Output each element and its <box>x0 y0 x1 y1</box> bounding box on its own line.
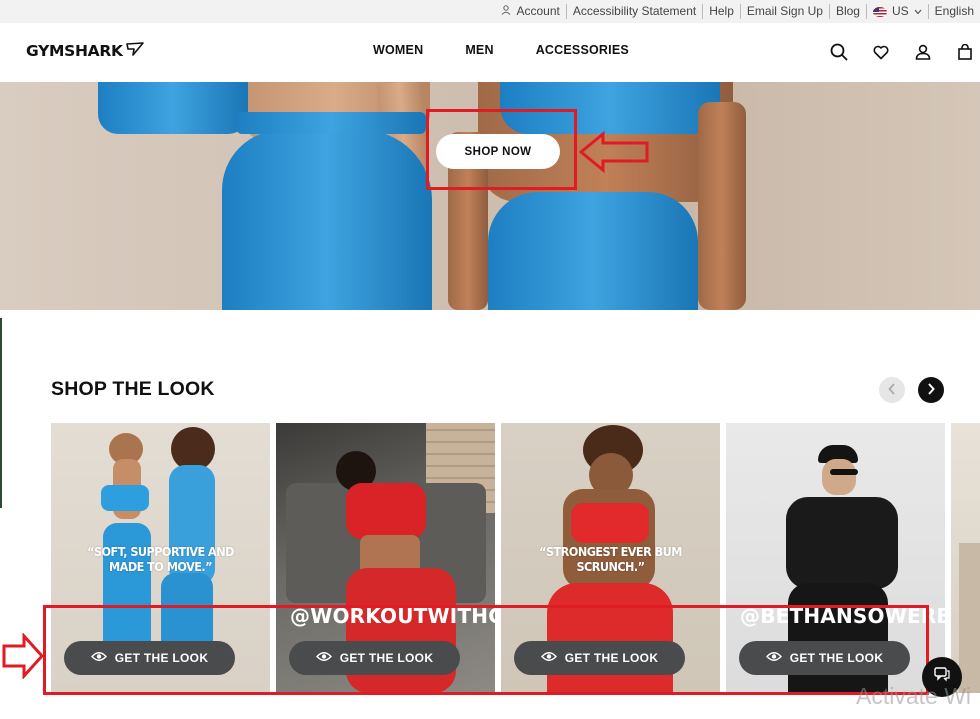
hero-model-left-waistband <box>236 112 426 134</box>
look-card-quote: “STRONGEST EVER BUM SCRUNCH.” <box>539 544 682 574</box>
gymshark-logo[interactable]: GYMSHARK <box>26 42 145 60</box>
model-black-leggings <box>788 583 888 693</box>
model-black-jacket <box>786 497 898 589</box>
look-card[interactable]: “SOFT, SUPPORTIVE AND MADE TO MOVE.” GET… <box>51 423 270 693</box>
chevron-right-icon <box>927 382 935 398</box>
model-red-top <box>346 483 426 539</box>
annotation-arrow-right-icon <box>2 632 45 684</box>
get-the-look-button[interactable]: GET THE LOOK <box>514 641 685 675</box>
main-nav: WOMEN MEN ACCESSORIES <box>373 43 629 57</box>
language-selector[interactable]: English <box>927 4 980 19</box>
nav-women[interactable]: WOMEN <box>373 43 423 57</box>
us-flag-icon <box>872 6 887 17</box>
model-sports-bra <box>101 485 149 511</box>
hero-banner[interactable] <box>0 82 980 310</box>
header-icons <box>828 41 980 63</box>
email-signup-link[interactable]: Email Sign Up <box>739 4 829 19</box>
look-card-handle: @WORKOUTWITHG <box>290 604 495 628</box>
model-face <box>822 459 856 495</box>
model-figure <box>959 543 980 693</box>
look-card-quote: “SOFT, SUPPORTIVE AND MADE TO MOVE.” <box>87 544 234 574</box>
shark-logo-icon <box>125 42 145 60</box>
eye-icon <box>315 651 332 665</box>
user-outline-icon <box>501 4 511 19</box>
carousel-prev-button[interactable] <box>879 377 905 403</box>
region-selector[interactable]: US <box>865 4 928 19</box>
chevron-down-icon <box>914 4 922 19</box>
utility-bar: Account Accessibility Statement Help Ema… <box>0 0 980 23</box>
carousel-next-button[interactable] <box>918 377 944 403</box>
hero-model-right-top <box>500 82 720 134</box>
hero-model-left-top <box>98 82 248 134</box>
get-the-look-button[interactable]: GET THE LOOK <box>289 641 460 675</box>
bag-icon[interactable] <box>954 41 976 63</box>
look-card-partial[interactable] <box>951 423 980 693</box>
activate-windows-watermark: Activate Wi <box>856 683 972 709</box>
accessibility-statement-link[interactable]: Accessibility Statement <box>565 4 702 19</box>
page-left-edge <box>0 318 2 508</box>
account-link[interactable]: Account <box>495 4 565 19</box>
model-red-leggings <box>547 583 673 693</box>
blog-link[interactable]: Blog <box>828 4 866 19</box>
page: Account Accessibility Statement Help Ema… <box>0 0 980 719</box>
hero-model-right-leggings <box>488 192 698 310</box>
look-card[interactable]: @WORKOUTWITHG GET THE LOOK <box>276 423 495 693</box>
model-red-sports-bra <box>571 503 649 543</box>
search-icon[interactable] <box>828 41 850 63</box>
main-header: GYMSHARK WOMEN MEN ACCESSORIES <box>0 23 980 82</box>
look-card-handle: @BETHANSOWERB <box>740 604 945 628</box>
hero-model-right-arm <box>698 102 746 310</box>
hero-model-left-leggings <box>222 130 432 310</box>
account-icon[interactable] <box>912 41 934 63</box>
get-the-look-button[interactable]: GET THE LOOK <box>64 641 235 675</box>
chevron-left-icon <box>888 382 896 398</box>
shop-now-button[interactable]: SHOP NOW <box>436 134 560 169</box>
eye-icon <box>765 651 782 665</box>
look-card[interactable]: @BETHANSOWERB GET THE LOOK <box>726 423 945 693</box>
nav-men[interactable]: MEN <box>465 43 493 57</box>
help-link[interactable]: Help <box>702 4 740 19</box>
utility-links: Account Accessibility Statement Help Ema… <box>495 0 980 23</box>
eye-icon <box>90 651 107 665</box>
section-title: SHOP THE LOOK <box>51 378 215 400</box>
get-the-look-button[interactable]: GET THE LOOK <box>739 641 910 675</box>
annotation-arrow-left-icon <box>578 130 651 178</box>
wishlist-heart-icon[interactable] <box>870 41 892 63</box>
look-card[interactable]: “STRONGEST EVER BUM SCRUNCH.” GET THE LO… <box>501 423 720 693</box>
nav-accessories[interactable]: ACCESSORIES <box>536 43 629 57</box>
eye-icon <box>540 651 557 665</box>
model-sunglasses <box>830 469 858 475</box>
